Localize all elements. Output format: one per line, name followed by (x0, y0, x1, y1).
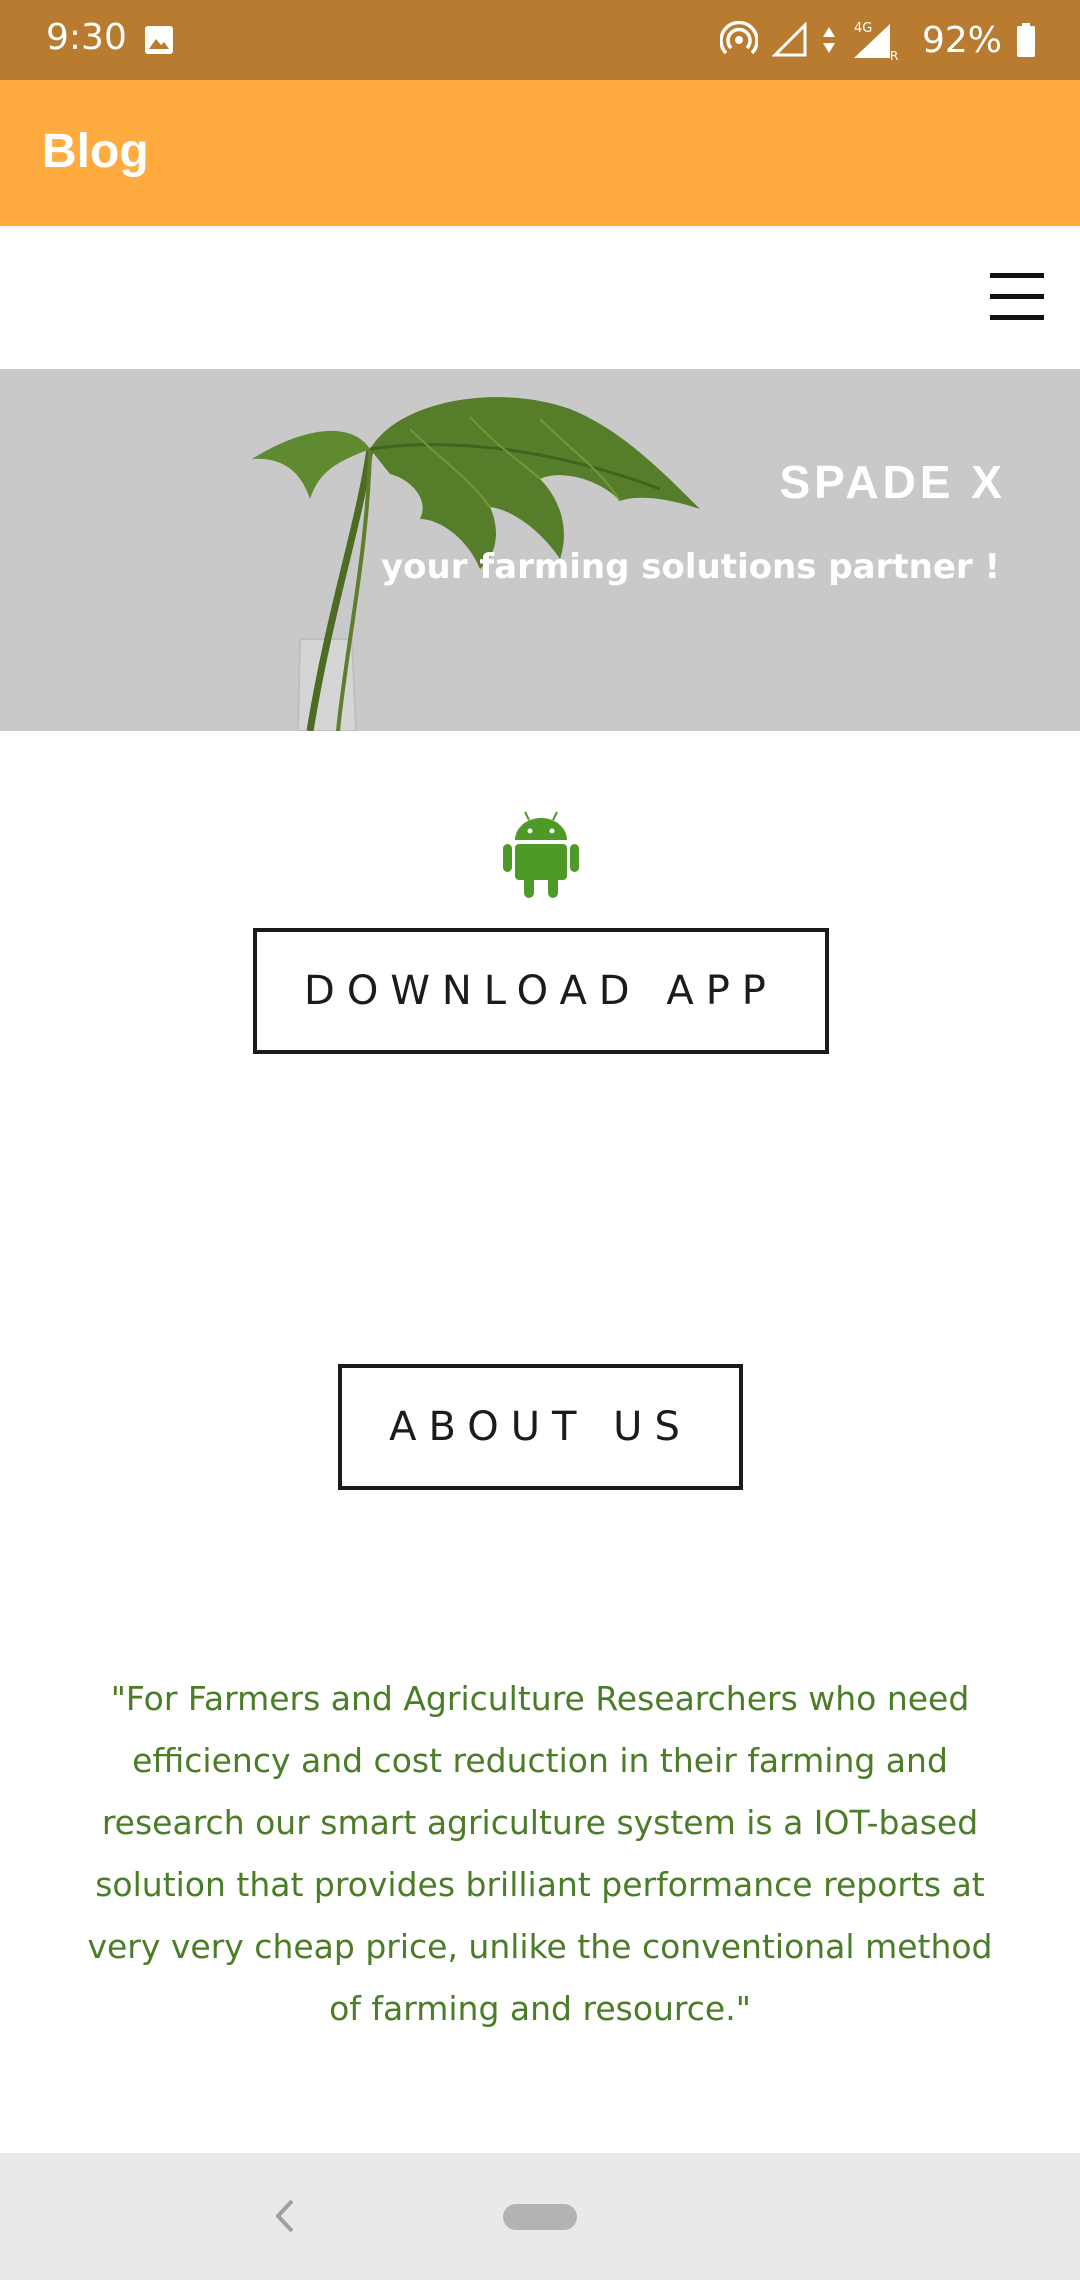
back-chevron-icon[interactable] (270, 2193, 300, 2239)
signal-4g-icon: 4G R (853, 21, 898, 62)
hero-subtitle: your farming solutions partner ! (381, 547, 1000, 587)
hotspot-icon (719, 21, 758, 55)
svg-text:R: R (890, 49, 898, 62)
data-arrows-icon (822, 27, 835, 53)
app-bar: Blog (0, 80, 1080, 226)
image-icon (145, 26, 173, 54)
status-bar: 9:30 4G R 92% (0, 0, 1080, 80)
status-icons: 4G R 92% (719, 14, 1036, 66)
status-time: 9:30 (46, 17, 127, 58)
system-nav-bar (0, 2153, 1080, 2280)
mission-quote: "For Farmers and Agriculture Researchers… (87, 1679, 993, 2028)
app-title: Blog (42, 125, 149, 178)
battery-icon (1017, 23, 1035, 57)
signal-icon (771, 22, 807, 57)
download-app-button[interactable]: DOWNLOAD APP (253, 928, 829, 1054)
hamburger-menu-icon[interactable] (990, 271, 1044, 321)
android-icon (503, 811, 579, 898)
battery-percent: 92% (921, 19, 1002, 61)
home-pill-icon[interactable] (503, 2204, 577, 2230)
network-label: 4G (854, 21, 872, 36)
hero-banner: SPADE X your farming solutions partner ! (0, 369, 1080, 731)
about-us-button[interactable]: ABOUT US (338, 1364, 743, 1490)
hero-title: SPADE X (779, 456, 1006, 508)
site-nav (0, 226, 1080, 369)
